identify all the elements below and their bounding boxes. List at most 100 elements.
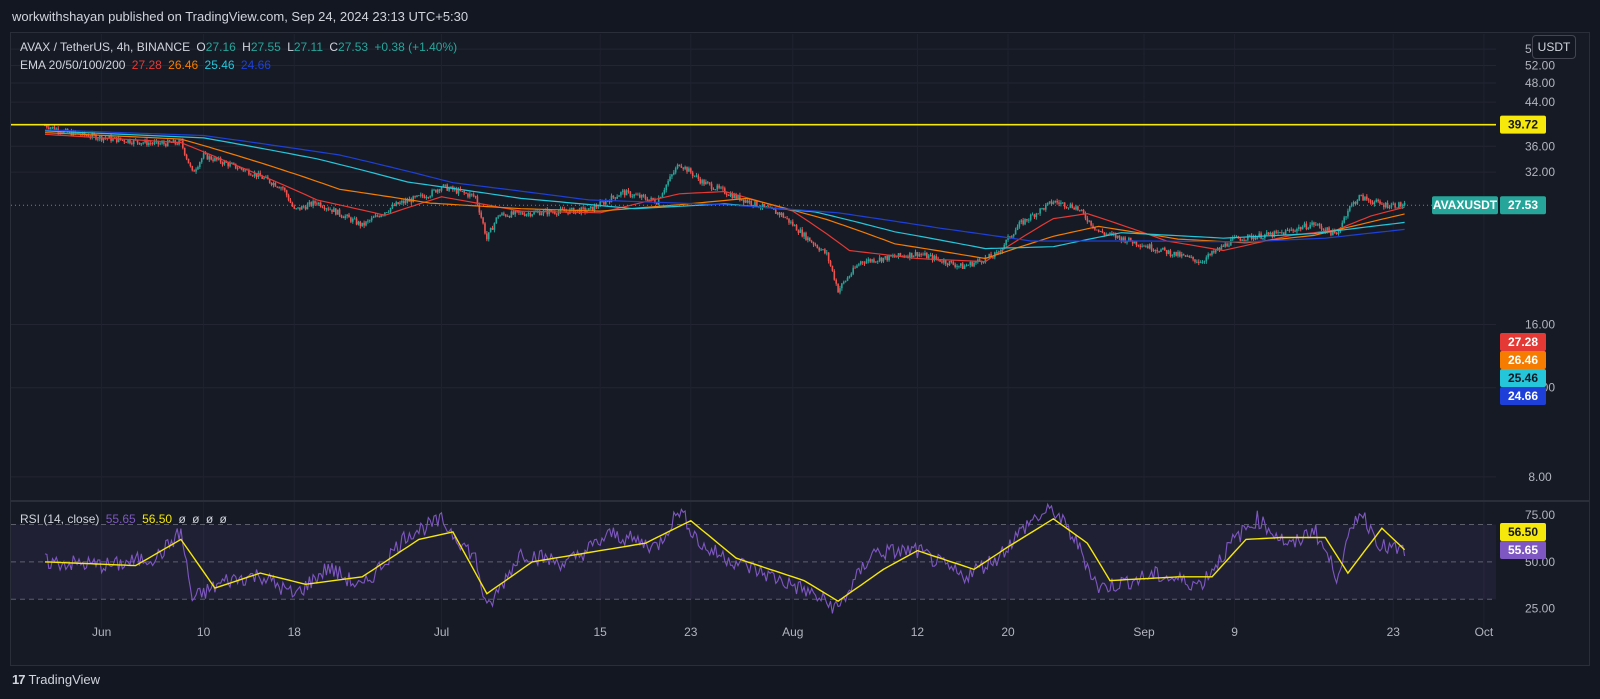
candle-body: [365, 221, 367, 226]
candle-body: [1269, 232, 1272, 235]
price-tick-label: 32.00: [1525, 165, 1555, 179]
candle-body: [482, 217, 484, 224]
candle-body: [1284, 230, 1287, 235]
chart-svg[interactable]: 56.0052.0048.0044.0036.0032.0016.0012.00…: [0, 0, 1600, 699]
candle-body: [1254, 237, 1257, 240]
candle-body: [1248, 234, 1251, 236]
candle-body: [812, 242, 815, 245]
candle-body: [221, 162, 224, 165]
price-tick-label: 48.00: [1525, 76, 1555, 90]
candle-body: [861, 261, 864, 263]
candle-body: [368, 220, 371, 222]
candle-body: [429, 196, 432, 198]
candle-body: [1043, 208, 1045, 210]
candle-body: [1356, 200, 1359, 204]
candle-body: [614, 197, 617, 199]
candle-body: [182, 140, 184, 148]
candle-body: [1267, 232, 1270, 235]
candle-body: [1114, 234, 1117, 238]
symbol-label[interactable]: AVAX / TetherUS, 4h, BINANCE: [20, 40, 190, 54]
candle-body: [1373, 201, 1376, 205]
candle-body: [667, 181, 669, 185]
candle-body: [1381, 203, 1383, 205]
candle-body: [289, 200, 292, 203]
candle-body: [706, 181, 709, 183]
candle-body: [1041, 208, 1043, 209]
candle-body: [185, 154, 188, 159]
candle-body: [582, 207, 584, 209]
candle-body: [1220, 245, 1223, 250]
candle-body: [1054, 201, 1057, 203]
candle-body: [625, 190, 628, 196]
candle-body: [1318, 223, 1321, 227]
candle-body: [1169, 250, 1172, 256]
candle-body: [878, 257, 881, 261]
candle-body: [1177, 252, 1179, 256]
candle-body: [123, 140, 126, 142]
candle-body: [1335, 233, 1338, 235]
open-label: O: [196, 40, 206, 54]
candle-body: [697, 175, 700, 179]
candle-body: [1309, 224, 1311, 229]
candle-body: [510, 211, 513, 218]
candle-body: [327, 208, 330, 210]
time-axis[interactable]: Jun 10 18 Jul 15 23 Aug 12 20 Sep 9 23 Oct: [92, 625, 1494, 639]
candle-body: [1349, 206, 1351, 211]
candle-body: [616, 196, 618, 199]
candle-body: [935, 256, 938, 259]
rsi-extra-4: ø: [219, 512, 227, 526]
candle-body: [1158, 251, 1160, 253]
candle-body: [436, 189, 439, 193]
candle-body: [285, 190, 288, 196]
candle-body: [340, 215, 343, 217]
candle-body: [958, 265, 960, 267]
candle-body: [1396, 207, 1398, 209]
ema100-value: 25.46: [204, 58, 235, 72]
candle-body: [982, 262, 985, 263]
candle-body: [151, 143, 154, 145]
candle-body: [503, 213, 505, 215]
candle-body: [444, 184, 447, 186]
candle-body: [555, 213, 558, 215]
candle-body: [1067, 207, 1070, 209]
candle-body: [1135, 241, 1138, 246]
candle-body: [635, 194, 637, 196]
candle-body: [421, 194, 424, 197]
ema-label[interactable]: EMA 20/50/100/200: [20, 58, 125, 72]
candle-body: [389, 207, 392, 212]
symbol-tag: AVAXUSDT: [1432, 196, 1498, 215]
candle-body: [954, 264, 956, 267]
candle-body: [344, 216, 347, 219]
rsi-label[interactable]: RSI (14, close): [20, 512, 99, 526]
candle-body: [1379, 201, 1381, 204]
price-tick-label: 16.00: [1525, 318, 1555, 332]
candle-body: [1133, 241, 1136, 244]
candle-body: [370, 218, 373, 221]
candle-body: [695, 175, 698, 177]
candle-body: [846, 277, 849, 281]
candle-body: [1020, 220, 1023, 223]
candle-body: [1186, 255, 1189, 257]
candle-body: [419, 194, 422, 196]
candle-body: [274, 182, 277, 187]
candle-body: [875, 261, 877, 263]
candle-body: [1197, 261, 1200, 263]
candle-body: [729, 193, 732, 196]
candle-body: [402, 201, 405, 204]
candle-body: [1029, 214, 1032, 220]
candle-body: [148, 142, 150, 145]
candle-body: [963, 265, 966, 269]
candle-body: [1256, 236, 1259, 240]
candle-body: [380, 215, 382, 218]
candle-body: [1163, 247, 1166, 250]
currency-unit-button[interactable]: USDT: [1532, 35, 1576, 59]
candle-body: [433, 189, 435, 191]
candle-body: [1194, 259, 1196, 262]
candle-body: [163, 142, 165, 144]
ohlc-low: L27.11: [287, 40, 323, 54]
candle-body: [474, 196, 477, 198]
candle-body: [1033, 214, 1036, 218]
candle-body: [1403, 202, 1406, 206]
candle-body: [1082, 210, 1085, 214]
time-tick-label: Jul: [434, 625, 449, 639]
